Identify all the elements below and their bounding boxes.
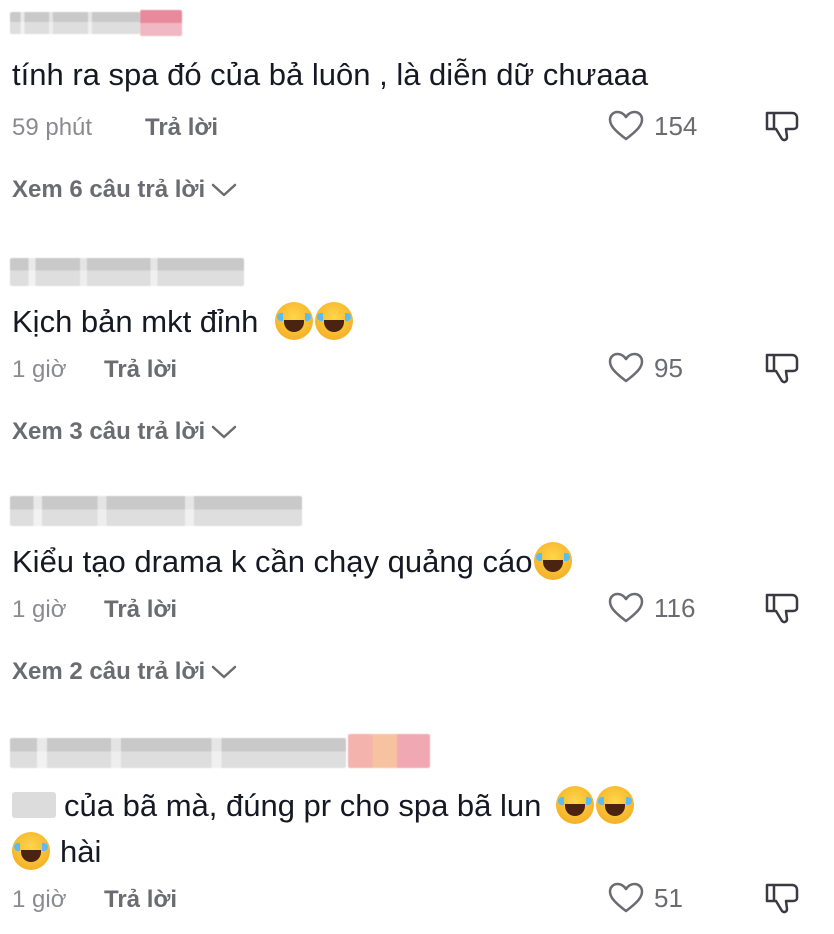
reply-button[interactable]: Trả lời xyxy=(145,114,218,142)
thumbs-down-outline-icon xyxy=(765,111,799,142)
view-replies-button[interactable]: Xem 3 câu trả lời xyxy=(12,418,237,446)
heart-outline-icon xyxy=(608,592,644,623)
comment-text-line-1: của bã mà, đúng pr cho spa bã lun xyxy=(64,786,635,825)
username-blurred[interactable] xyxy=(10,496,302,526)
like-count: 95 xyxy=(654,352,683,383)
comment-2: Kịch bản mkt đỉnh 1 giờ Trả lời 95 Xem 3… xyxy=(0,240,834,450)
comment-3: Kiểu tạo drama k cần chạy quảng cáo 1 gi… xyxy=(0,480,834,690)
laughing-emoji xyxy=(556,786,595,824)
username-blurred-emoji xyxy=(140,10,182,36)
comment-text: của bã mà, đúng pr cho spa bã lun xyxy=(64,788,542,823)
comment-text: Kiểu tạo drama k cần chạy quảng cáo xyxy=(12,544,533,579)
comment-time: 1 giờ xyxy=(12,356,67,383)
like-count: 51 xyxy=(654,882,683,913)
like-count: 116 xyxy=(654,592,696,623)
comment-text: hài xyxy=(60,834,102,869)
comment-text-row: Kiểu tạo drama k cần chạy quảng cáo xyxy=(12,542,573,581)
view-replies-button[interactable]: Xem 2 câu trả lời xyxy=(12,658,237,686)
comment-1: tính ra spa đó của bả luôn , là diễn dữ … xyxy=(0,0,834,215)
thumbs-down-outline-icon xyxy=(765,883,799,914)
username-blurred-emoji xyxy=(348,734,430,768)
comment-text-line-2: hài xyxy=(12,832,101,871)
username-blurred[interactable] xyxy=(10,258,244,286)
comment-4: của bã mà, đúng pr cho spa bã lun hài 1 … xyxy=(0,722,834,934)
laughing-emoji xyxy=(12,832,50,870)
view-replies-label: Xem 3 câu trả lời xyxy=(12,418,206,445)
username-blurred[interactable] xyxy=(10,738,346,768)
reply-button[interactable]: Trả lời xyxy=(104,596,177,624)
like-button[interactable]: 51 xyxy=(608,882,683,914)
thumbs-down-outline-icon xyxy=(765,353,799,384)
chevron-down-icon xyxy=(211,665,237,679)
laughing-emoji xyxy=(596,786,635,824)
dislike-button[interactable] xyxy=(764,590,800,631)
like-count: 154 xyxy=(654,110,698,141)
dislike-button[interactable] xyxy=(764,108,800,149)
chevron-down-icon xyxy=(211,425,237,439)
comment-time: 59 phút xyxy=(12,114,93,141)
view-replies-button[interactable]: Xem 6 câu trả lời xyxy=(12,176,237,204)
like-button[interactable]: 154 xyxy=(608,110,697,142)
comment-time: 1 giờ xyxy=(12,596,67,623)
heart-outline-icon xyxy=(608,110,644,141)
comment-text: Kịch bản mkt đỉnh xyxy=(12,304,259,339)
dislike-button[interactable] xyxy=(764,350,800,391)
like-button[interactable]: 95 xyxy=(608,352,683,384)
thumbs-down-outline-icon xyxy=(765,593,799,624)
reply-button[interactable]: Trả lời xyxy=(104,886,177,914)
view-replies-label: Xem 6 câu trả lời xyxy=(12,176,206,203)
reply-button[interactable]: Trả lời xyxy=(104,356,177,384)
comment-time: 1 giờ xyxy=(12,886,67,913)
laughing-emoji xyxy=(534,542,573,580)
chevron-down-icon xyxy=(211,183,237,197)
laughing-emoji xyxy=(275,302,314,340)
username-blurred[interactable] xyxy=(10,12,140,34)
heart-outline-icon xyxy=(608,352,644,383)
view-replies-label: Xem 2 câu trả lời xyxy=(12,658,206,685)
laughing-emoji xyxy=(315,302,354,340)
dislike-button[interactable] xyxy=(764,880,800,921)
comment-text-row: Kịch bản mkt đỉnh xyxy=(12,302,354,341)
heart-outline-icon xyxy=(608,882,644,913)
comment-text: tính ra spa đó của bả luôn , là diễn dữ … xyxy=(12,57,649,92)
like-button[interactable]: 116 xyxy=(608,592,695,624)
blurred-mention xyxy=(12,792,56,818)
